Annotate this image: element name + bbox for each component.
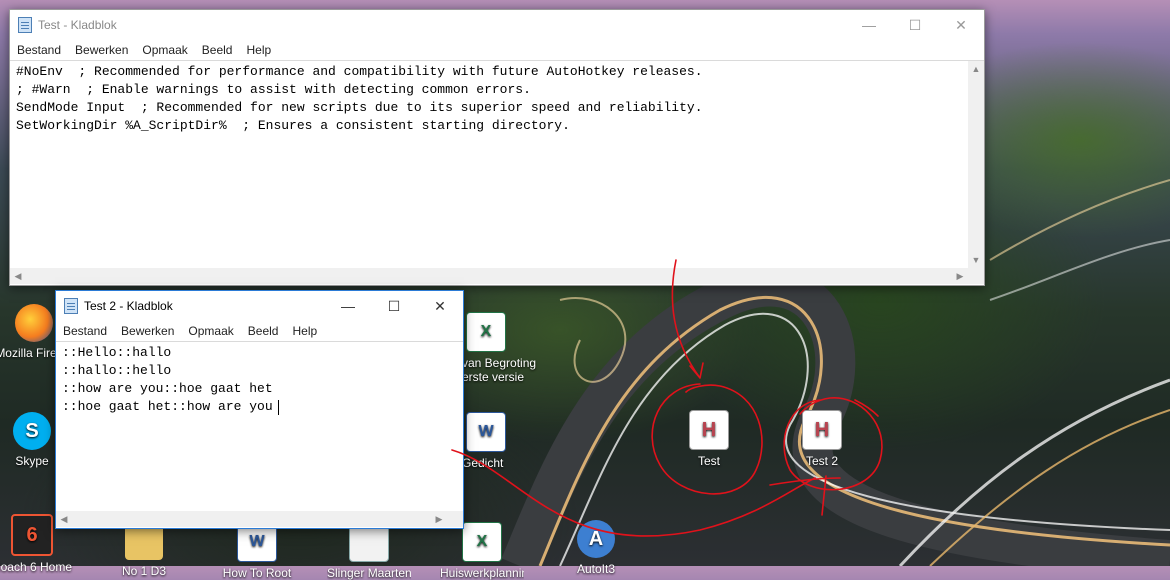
firefox-icon bbox=[15, 304, 53, 342]
close-button[interactable]: ✕ bbox=[417, 291, 463, 321]
desktop-icon-test-2[interactable]: H Test 2 bbox=[780, 410, 864, 468]
menu-bar: Bestand Bewerken Opmaak Beeld Help bbox=[10, 40, 984, 60]
notepad-icon bbox=[18, 17, 32, 33]
horizontal-scrollbar[interactable]: ◀ ▶ bbox=[10, 268, 968, 284]
window-title: Test - Kladblok bbox=[38, 18, 117, 32]
title-bar[interactable]: Test - Kladblok — ☐ ✕ bbox=[10, 10, 984, 40]
maximize-button[interactable]: ☐ bbox=[371, 291, 417, 321]
editor-text[interactable]: #NoEnv ; Recommended for performance and… bbox=[10, 61, 984, 265]
coach-icon: 6 bbox=[11, 514, 53, 556]
notepad-window-test[interactable]: Test - Kladblok — ☐ ✕ Bestand Bewerken O… bbox=[9, 9, 985, 286]
menu-opmaak[interactable]: Opmaak bbox=[135, 43, 194, 57]
skype-icon: S bbox=[13, 412, 51, 450]
menu-help[interactable]: Help bbox=[285, 324, 324, 338]
desktop-icon-how-to-root[interactable]: W How To Root bbox=[215, 522, 299, 580]
desktop-icon-slinger[interactable]: Slinger Maarten van bbox=[327, 522, 411, 580]
desktop-icon-huiswerkplanning[interactable]: X Huiswerkplanning bbox=[440, 522, 524, 580]
title-bar[interactable]: Test 2 - Kladblok — ☐ ✕ bbox=[56, 291, 463, 321]
scroll-left-icon[interactable]: ◀ bbox=[56, 511, 72, 527]
menu-bar: Bestand Bewerken Opmaak Beeld Help bbox=[56, 321, 463, 341]
scrollbar-corner bbox=[968, 268, 984, 284]
editor-text[interactable]: ::Hello::hallo ::hallo::hello ::how are … bbox=[56, 342, 279, 418]
menu-help[interactable]: Help bbox=[239, 43, 278, 57]
maximize-button[interactable]: ☐ bbox=[892, 10, 938, 40]
menu-bewerken[interactable]: Bewerken bbox=[68, 43, 135, 57]
scroll-right-icon[interactable]: ▶ bbox=[431, 511, 447, 527]
text-caret bbox=[278, 400, 279, 415]
menu-opmaak[interactable]: Opmaak bbox=[181, 324, 240, 338]
excel-icon: X bbox=[466, 312, 506, 352]
notepad-icon bbox=[64, 298, 78, 314]
word-doc-icon: W bbox=[466, 412, 506, 452]
horizontal-scrollbar[interactable]: ◀ ▶ bbox=[56, 511, 463, 527]
desktop-icon-gedicht[interactable]: W Gedicht bbox=[462, 412, 522, 470]
desktop-icon-autoit3[interactable]: A AutoIt3 bbox=[554, 520, 638, 576]
minimize-button[interactable]: — bbox=[846, 10, 892, 40]
scroll-right-icon[interactable]: ▶ bbox=[952, 268, 968, 284]
window-title: Test 2 - Kladblok bbox=[84, 299, 173, 313]
text-editor[interactable]: #NoEnv ; Recommended for performance and… bbox=[10, 60, 984, 284]
desktop-icon-no1d3[interactable]: No 1 D3 bbox=[102, 522, 186, 578]
menu-bewerken[interactable]: Bewerken bbox=[114, 324, 181, 338]
scroll-down-icon[interactable]: ▼ bbox=[968, 252, 984, 268]
menu-beeld[interactable]: Beeld bbox=[195, 43, 240, 57]
desktop-icon-begroting[interactable]: X van Begroting erste versie bbox=[462, 312, 552, 384]
minimize-button[interactable]: — bbox=[325, 291, 371, 321]
ahk-script-icon: H bbox=[689, 410, 729, 450]
text-editor[interactable]: ::Hello::hallo ::hallo::hello ::how are … bbox=[56, 341, 463, 527]
desktop-icon-test[interactable]: H Test bbox=[667, 410, 751, 468]
scroll-left-icon[interactable]: ◀ bbox=[10, 268, 26, 284]
scroll-up-icon[interactable]: ▲ bbox=[968, 61, 984, 77]
close-button[interactable]: ✕ bbox=[938, 10, 984, 40]
notepad-window-test-2[interactable]: Test 2 - Kladblok — ☐ ✕ Bestand Bewerken… bbox=[55, 290, 464, 529]
menu-bestand[interactable]: Bestand bbox=[10, 43, 68, 57]
ahk-script-icon: H bbox=[802, 410, 842, 450]
menu-beeld[interactable]: Beeld bbox=[241, 324, 286, 338]
vertical-scrollbar[interactable]: ▲ ▼ bbox=[968, 61, 984, 268]
menu-bestand[interactable]: Bestand bbox=[56, 324, 114, 338]
autoit-icon: A bbox=[577, 520, 615, 558]
excel-icon: X bbox=[462, 522, 502, 562]
